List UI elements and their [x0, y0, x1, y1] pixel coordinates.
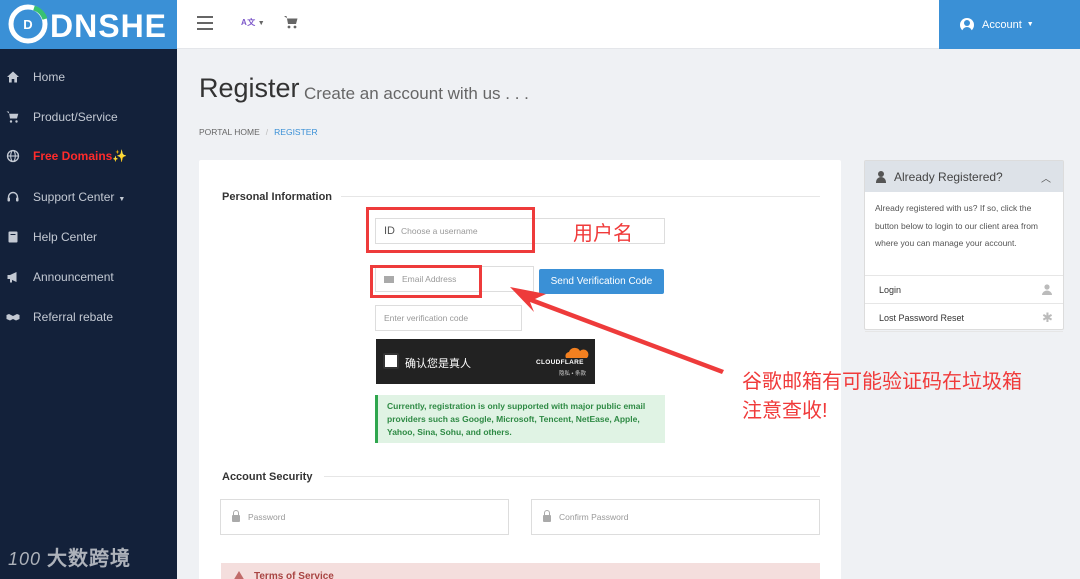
sidebar-item-label: Support Center ▼	[33, 190, 125, 204]
breadcrumb-separator: /	[265, 127, 269, 137]
captcha-checkbox[interactable]	[383, 353, 399, 369]
watermark-text: 大数跨境	[47, 548, 132, 570]
confirm-password-placeholder: Confirm Password	[559, 512, 629, 522]
brand-header[interactable]: D DNSHE	[0, 0, 177, 49]
login-label: Login	[879, 284, 902, 295]
chevron-down-icon: ▼	[1026, 21, 1034, 28]
terms-of-service-label[interactable]: Terms of Service	[254, 571, 334, 579]
warning-icon	[233, 571, 245, 579]
home-icon	[7, 71, 19, 83]
user-icon	[876, 170, 886, 183]
email-annotation-line2: 注意查收!	[742, 400, 828, 422]
terms-of-service-alert: Terms of Service	[221, 563, 820, 579]
lost-password-label: Lost Password Reset	[879, 312, 965, 323]
headset-icon	[7, 191, 19, 202]
asterisk-icon: ✱	[1042, 310, 1053, 325]
sidebar-item-label: Home	[33, 70, 66, 84]
confirm-password-input[interactable]: Confirm Password	[531, 499, 820, 535]
handshake-icon	[6, 314, 20, 321]
lock-icon	[543, 510, 551, 522]
username-annotation: 用户名	[573, 223, 633, 245]
already-registered-panel: Already Registered? ︿ Already registered…	[864, 160, 1064, 332]
email-annotation-line1: 谷歌邮箱有可能验证码在垃圾箱	[742, 371, 1022, 393]
sidebar-item-announcement[interactable]: Announcement	[0, 262, 177, 292]
lock-icon	[232, 510, 240, 522]
cart-icon	[6, 111, 19, 123]
personal-information-heading: Personal Information	[222, 191, 333, 203]
sidebar-item-label: Announcement	[33, 270, 114, 284]
book-icon	[8, 231, 18, 243]
sidebar-item-product-service[interactable]: Product/Service	[0, 102, 177, 132]
globe-icon	[6, 149, 20, 163]
annotation-arrow	[510, 287, 724, 374]
password-placeholder: Password	[248, 512, 286, 522]
password-input[interactable]: Password	[220, 499, 509, 535]
page-subtitle: Create an account with us . . .	[304, 84, 529, 103]
sidebar-item-label: Help Center	[33, 230, 98, 244]
translate-icon[interactable]: A文 ▼	[241, 17, 265, 28]
sidebar-item-help-center[interactable]: Help Center	[0, 222, 177, 252]
brand-logo-letter: D	[23, 17, 32, 32]
email-provider-notice: Currently, registration is only supporte…	[375, 395, 665, 443]
chevron-down-icon: ▼	[118, 196, 126, 203]
email-highlight-box	[370, 265, 482, 298]
sidebar-item-home[interactable]: Home	[0, 62, 177, 92]
sidebar-item-label-text: Support Center	[33, 190, 115, 204]
account-label: Account	[982, 18, 1022, 31]
brand-name: DNSHE	[50, 8, 168, 44]
user-icon	[1042, 284, 1052, 295]
panel-header[interactable]: Already Registered? ︿	[865, 161, 1063, 192]
watermark: 100 大数跨境	[8, 542, 131, 571]
sidebar-item-label: Free Domains✨	[33, 149, 128, 163]
breadcrumb-current: Register	[274, 127, 318, 137]
panel-title: Already Registered?	[894, 169, 1003, 184]
captcha-label: 确认您是真人	[405, 358, 471, 370]
sidebar-item-referral-rebate[interactable]: Referral rebate	[0, 302, 177, 332]
login-link[interactable]: Login	[865, 276, 1063, 304]
sidebar-item-label: Referral rebate	[33, 310, 114, 324]
hamburger-menu-icon[interactable]	[197, 16, 213, 30]
megaphone-icon	[7, 272, 17, 283]
cart-icon[interactable]	[283, 14, 299, 30]
watermark-logo: 100	[8, 549, 42, 569]
sidebar-item-support-center[interactable]: Support Center ▼	[0, 182, 177, 212]
sidebar: Home Product/Service Free Domains✨ Suppo…	[0, 49, 177, 579]
breadcrumb: Portal Home / Register	[199, 127, 318, 137]
panel-description: Already registered with us? If so, click…	[865, 192, 1063, 276]
verification-code-placeholder: Enter verification code	[384, 313, 469, 323]
section-divider	[324, 476, 820, 477]
chevron-up-icon[interactable]: ︿	[1041, 170, 1051, 185]
sidebar-item-free-domains[interactable]: Free Domains✨	[0, 141, 177, 171]
chevron-down-icon: ▼	[257, 20, 266, 27]
user-circle-icon	[960, 17, 974, 32]
page-title: Register	[199, 73, 300, 103]
sidebar-item-label: Product/Service	[33, 110, 118, 124]
section-divider	[341, 196, 820, 197]
brand-logo-icon: D	[8, 4, 48, 44]
lost-password-reset-link[interactable]: Lost Password Reset ✱	[865, 304, 1063, 332]
username-highlight-box	[366, 207, 535, 253]
breadcrumb-home-link[interactable]: Portal Home	[199, 127, 260, 137]
account-security-heading: Account Security	[222, 471, 313, 483]
account-menu-button[interactable]: Account ▼	[939, 0, 1080, 49]
